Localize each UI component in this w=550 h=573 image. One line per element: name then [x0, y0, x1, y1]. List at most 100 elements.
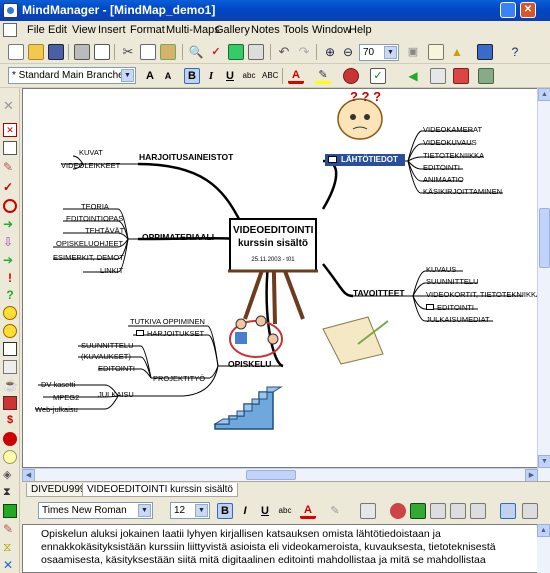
sad-icon[interactable] — [3, 324, 17, 338]
topic-videokuvaus[interactable]: VIDEOKUVAUS — [423, 138, 477, 147]
stop-icon[interactable] — [3, 432, 17, 446]
menu-format[interactable]: Format — [130, 24, 165, 36]
grow-font-icon[interactable]: A — [142, 68, 158, 84]
indent-icon[interactable] — [470, 503, 486, 519]
cut-icon[interactable]: ✂ — [120, 44, 136, 60]
paste-icon[interactable] — [160, 44, 176, 60]
arrow-right-icon[interactable]: ➜ — [3, 217, 17, 231]
menu-edit[interactable]: Edit — [48, 24, 67, 36]
size-select[interactable]: 12 ▼ — [170, 502, 210, 519]
horizontal-scroll-thumb[interactable] — [246, 470, 296, 480]
menu-file[interactable]: File — [27, 24, 45, 36]
topic-opiskeluohjeet[interactable]: OPISKELUOHJEET — [56, 239, 123, 248]
arrow-forward-icon[interactable]: ➔ — [3, 253, 17, 267]
map-icon[interactable] — [248, 44, 264, 60]
topic-kasikirjoittaminen[interactable]: KÄSIKIRJOITTAMINEN — [423, 187, 502, 196]
question-icon[interactable]: ? — [3, 288, 17, 302]
link-icon[interactable] — [410, 503, 426, 519]
no-icon[interactable] — [3, 199, 17, 213]
find-icon[interactable]: 🔍 — [188, 44, 204, 60]
box-icon[interactable] — [3, 141, 17, 155]
scroll-up-icon[interactable]: ▲ — [537, 524, 550, 537]
menu-notes[interactable]: Notes — [251, 24, 280, 36]
menu-window[interactable]: Window — [312, 24, 351, 36]
topic-web-julkaisu[interactable]: Web-julkaisu — [35, 405, 78, 414]
topic-tutkiva-oppiminen[interactable]: TUTKIVA OPPIMINEN — [130, 317, 205, 326]
scroll-down-icon[interactable]: ▼ — [538, 455, 550, 468]
bold-icon[interactable]: B — [184, 68, 200, 84]
scroll-up-icon[interactable]: ▲ — [538, 88, 550, 101]
topic-teoria[interactable]: TEORIA — [81, 202, 109, 211]
zoom-select[interactable]: 70 ▼ — [359, 44, 399, 61]
italic-icon[interactable]: I — [237, 503, 253, 519]
topic-editointi-lt[interactable]: EDITOINTI — [423, 163, 460, 172]
topic-julkaisumediat[interactable]: JULKAISUMEDIAT — [426, 315, 490, 324]
topic-suunnittelu-tv[interactable]: SUUNNITTELU — [426, 277, 479, 286]
calendar-icon[interactable] — [3, 342, 17, 356]
tag-icon[interactable]: ◈ — [3, 468, 17, 482]
central-title[interactable]: VIDEOEDITOINTI — [233, 225, 313, 236]
topic-mpeg2[interactable]: MPEG2 — [53, 393, 79, 402]
image-icon[interactable] — [478, 68, 494, 84]
notes-editor[interactable]: Opiskelun aluksi jokainen laatii lyhyen … — [22, 524, 538, 573]
menu-insert[interactable]: Insert — [98, 24, 126, 36]
fit-icon[interactable]: ▣ — [405, 44, 421, 60]
branch-harjoitusaineistot[interactable]: HARJOITUSAINEISTOT — [139, 152, 233, 162]
menu-help[interactable]: Help — [349, 24, 372, 36]
close-button[interactable]: ✕ — [520, 2, 536, 18]
topic-suunnittelu-pt[interactable]: SUUNNITTELU — [81, 341, 134, 350]
highlight-icon[interactable]: ✎ — [315, 68, 331, 84]
numbered-list-icon[interactable] — [450, 503, 466, 519]
caps-icon[interactable]: ABC — [262, 68, 278, 84]
new-icon[interactable] — [8, 44, 24, 60]
pencil-icon[interactable]: ✎ — [3, 522, 17, 536]
triangle-icon[interactable]: ▲ — [449, 44, 465, 60]
open-icon[interactable] — [28, 44, 44, 60]
shape-icon[interactable] — [343, 68, 359, 84]
redo-icon[interactable]: ↷ — [296, 44, 312, 60]
cross-icon[interactable]: ✕ — [3, 558, 17, 572]
menu-multi-maps[interactable]: Multi-Maps — [166, 24, 220, 36]
branch-opiskelu[interactable]: OPISKELU — [228, 359, 271, 369]
arrow-down-icon[interactable]: ⇩ — [3, 235, 17, 249]
branch-lahtotiedot[interactable]: LÄHTÖTIEDOT — [341, 155, 398, 164]
underline-icon[interactable]: U — [222, 68, 238, 84]
clock-icon[interactable] — [3, 450, 17, 464]
style-select[interactable]: * Standard Main Branches ▼ — [8, 67, 136, 84]
strike-icon[interactable]: abc — [241, 68, 257, 84]
topic-kuvaus[interactable]: KUVAUS — [426, 265, 456, 274]
topic-kuvaukset[interactable]: (KUVAUKSET) — [81, 352, 131, 361]
topic-harjoitukset[interactable]: HARJOITUKSET — [147, 329, 204, 338]
phone-icon[interactable] — [3, 360, 17, 374]
vertical-scroll-thumb[interactable] — [539, 208, 550, 268]
marker-icon[interactable] — [453, 68, 469, 84]
highlight-icon[interactable]: ✎ — [327, 503, 343, 519]
delete-icon[interactable]: ✕ — [3, 123, 17, 137]
notes-scrollbar[interactable]: ▲ — [537, 524, 550, 573]
export-icon[interactable] — [228, 44, 244, 60]
hourglass-icon[interactable]: ⧗ — [3, 486, 17, 500]
branch-tavoitteet[interactable]: TAVOITTEET — [353, 288, 405, 298]
checkbox-icon[interactable]: ✓ — [370, 68, 386, 84]
coffee-icon[interactable]: ☕ — [3, 378, 18, 392]
print-preview-icon[interactable] — [94, 44, 110, 60]
undo-icon[interactable]: ↶ — [276, 44, 292, 60]
help-icon[interactable]: ? — [507, 44, 523, 60]
green-icon[interactable] — [3, 504, 17, 518]
bold-icon[interactable]: B — [217, 503, 233, 519]
book-icon[interactable] — [3, 396, 17, 410]
font-color-icon[interactable]: A — [288, 68, 304, 84]
spelling-icon[interactable]: ✓ — [208, 44, 224, 60]
document-icon[interactable] — [3, 23, 17, 37]
topic-editointi-tv[interactable]: EDITOINTI — [437, 303, 474, 312]
topic-videokamerat[interactable]: VIDEOKAMERAT — [423, 125, 482, 134]
central-subtitle[interactable]: kurssin sisältö — [233, 238, 313, 249]
shrink-font-icon[interactable]: A — [160, 68, 176, 84]
close-icon[interactable]: ✕ — [3, 98, 17, 113]
font-color-icon[interactable]: A — [300, 503, 316, 519]
topic-julkaisu[interactable]: JULKAISU — [98, 390, 134, 399]
topic-projektityo[interactable]: PROJEKTITYÖ — [153, 374, 205, 383]
menu-view[interactable]: View — [72, 24, 96, 36]
font-select[interactable]: Times New Roman ▼ — [38, 502, 153, 519]
topic-tietotekniikka[interactable]: TIETOTEKNIIKKA — [423, 151, 484, 160]
